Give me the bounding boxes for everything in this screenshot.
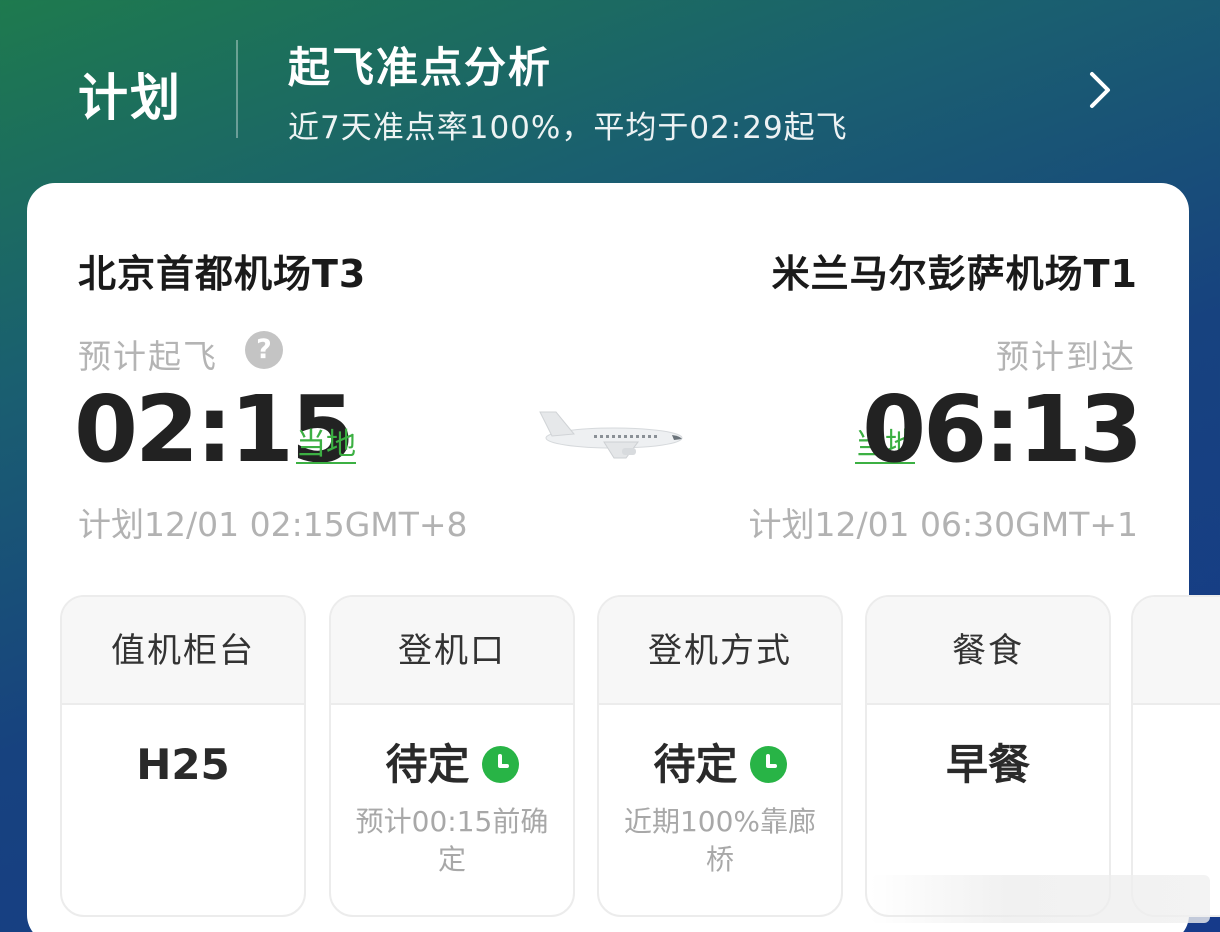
question-icon[interactable]: ? [245,331,283,369]
boarding-method-note: 近期100%靠廊桥 [623,805,817,876]
boarding-method-card[interactable]: 登机方式 待定 近期100%靠廊桥 [597,595,843,917]
watermark [870,875,1210,923]
ontime-subtitle: 近7天准点率100%，平均于02:29起飞 [288,110,848,146]
departure-airport: 北京首都机场T3 [78,252,367,296]
checkin-counter-value: H25 [136,740,230,789]
arrival-planned: 计划12/01 06:30GMT+1 [748,505,1138,544]
checkin-counter-title: 值机柜台 [62,597,304,705]
meal-card[interactable]: 餐食 早餐 [865,595,1111,917]
plan-label: 计划 [78,69,182,127]
gate-card[interactable]: 登机口 待定 预计00:15前确定 [329,595,575,917]
ontime-banner[interactable]: 计划 起飞准点分析 近7天准点率100%，平均于02:29起飞 [0,0,1220,180]
next-info-card[interactable] [1131,595,1220,917]
clock-icon [749,746,787,783]
banner-divider [236,40,238,138]
gate-title: 登机口 [331,597,573,705]
clock-icon [481,746,519,783]
departure-planned: 计划12/01 02:15GMT+8 [78,505,468,544]
departure-label: 预计起飞 [78,337,218,376]
meal-value: 早餐 [945,740,1030,789]
meal-title: 餐食 [867,597,1109,705]
arrival-label: 预计到达 [996,337,1136,376]
ontime-title: 起飞准点分析 [288,43,553,92]
checkin-counter-card[interactable]: 值机柜台 H25 [60,595,306,917]
airplane-icon [539,411,683,459]
arrival-airport: 米兰马尔彭萨机场T1 [771,252,1138,296]
arrival-time: 06:13 [862,376,1143,483]
boarding-method-value: 待定 [653,740,738,789]
gate-note: 预计00:15前确定 [355,805,549,876]
departure-local-tag[interactable]: 当地 [296,428,356,464]
chevron-right-icon[interactable] [1080,68,1120,112]
boarding-method-title: 登机方式 [599,597,841,705]
gate-value: 待定 [385,740,470,789]
